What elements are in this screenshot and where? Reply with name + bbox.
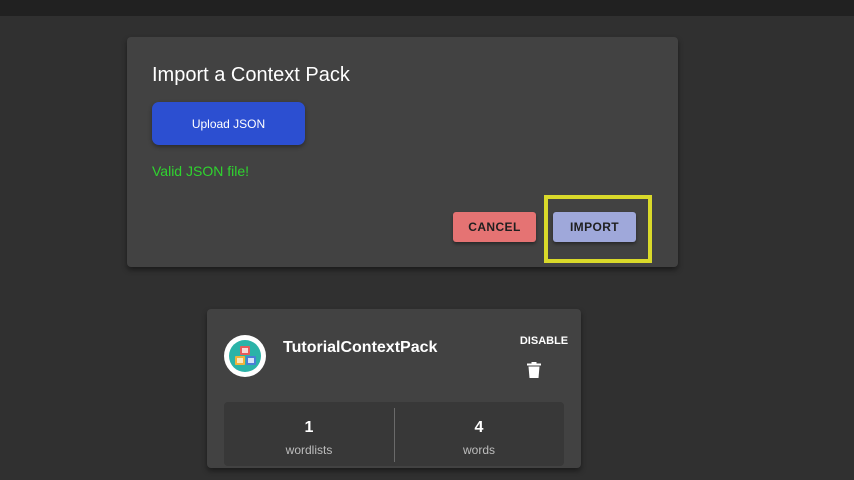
trash-icon	[527, 361, 541, 381]
import-context-pack-dialog: Import a Context Pack Upload JSON Valid …	[127, 37, 678, 267]
words-stat: 4 words	[394, 402, 564, 466]
words-label: words	[462, 443, 495, 457]
delete-button[interactable]	[525, 361, 543, 381]
words-count: 4	[474, 419, 484, 436]
context-pack-stats: 1 wordlists 4 words	[224, 402, 564, 466]
upload-json-button[interactable]: Upload JSON	[152, 102, 305, 145]
context-pack-name: TutorialContextPack	[283, 339, 438, 356]
dialog-title: Import a Context Pack	[152, 64, 350, 86]
import-button[interactable]: IMPORT	[553, 212, 636, 242]
wordlists-count: 1	[304, 419, 314, 436]
context-pack-card: TutorialContextPack DISABLE 1 wordlists …	[207, 309, 581, 468]
wordlists-label: wordlists	[285, 443, 333, 457]
wordlists-stat: 1 wordlists	[224, 402, 394, 466]
abc-blocks-icon	[224, 335, 266, 377]
disable-button[interactable]: DISABLE	[517, 334, 571, 348]
validation-status-text: Valid JSON file!	[152, 163, 249, 179]
top-app-bar	[0, 0, 854, 16]
cancel-button[interactable]: CANCEL	[453, 212, 536, 242]
